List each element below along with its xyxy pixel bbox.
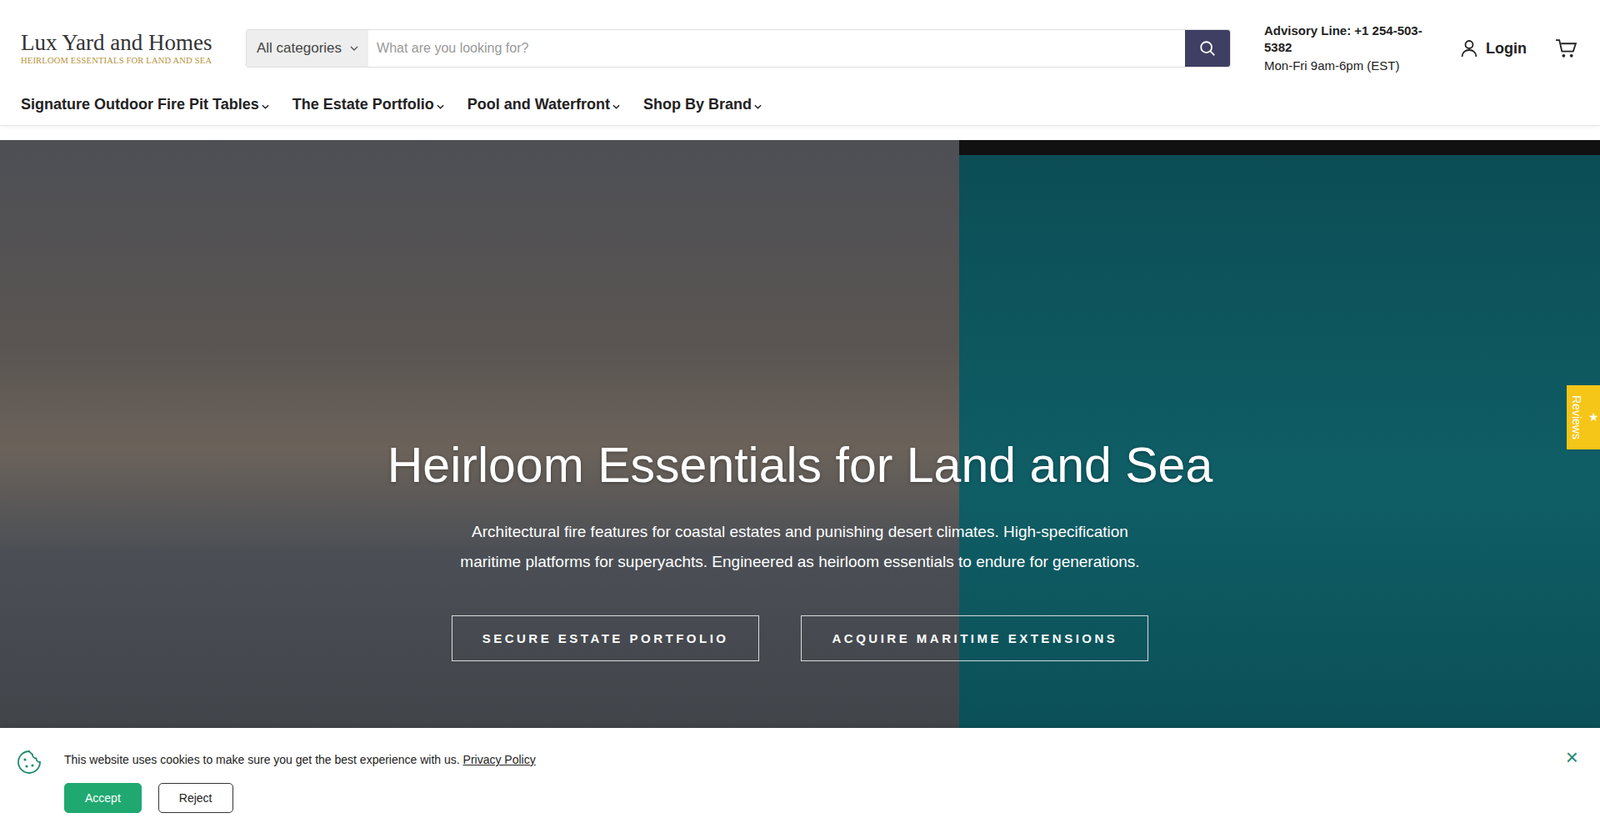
chevron-down-icon	[436, 104, 445, 110]
nav-item[interactable]: Pool and Waterfront	[467, 95, 620, 114]
site-header: Lux Yard and HomesHEIRLOOM ESSENTIALS FO…	[0, 0, 1600, 126]
star-icon: ★	[1586, 410, 1600, 424]
advisory-line: Advisory Line: +1 254-503-5382Mon-Fri 9a…	[1264, 22, 1423, 75]
main-nav: Signature Outdoor Fire Pit Tables The Est…	[20, 95, 1580, 114]
nav-label: The Estate Portfolio	[292, 95, 435, 114]
cookie-buttons: Accept Reject	[64, 782, 1561, 813]
nav-label: Signature Outdoor Fire Pit Tables	[20, 95, 260, 114]
hero-buttons: SECURE ESTATE PORTFOLIO ACQUIRE MARITIME …	[451, 615, 1150, 661]
cookie-icon	[16, 749, 42, 775]
hero-button[interactable]: ACQUIRE MARITIME EXTENSIONS	[800, 615, 1149, 661]
close-button[interactable]: ×	[1560, 745, 1584, 768]
advisory-phone[interactable]: Advisory Line: +1 254-503-5382	[1264, 22, 1423, 56]
login-label: Login	[1485, 40, 1527, 58]
logo-tagline: HEIRLOOM ESSENTIALS FOR LAND AND SEA	[20, 55, 230, 65]
search-bar: All categories	[245, 29, 1231, 68]
user-icon	[1459, 38, 1480, 59]
advisory-hours: Mon-Fri 9am-6pm (EST)	[1264, 57, 1423, 75]
hero: Heirloom Essentials for Land and Sea Arch…	[0, 140, 1600, 828]
category-label: All categories	[256, 40, 342, 57]
search-button[interactable]	[1185, 30, 1230, 67]
cookie-text: This website uses cookies to make sure y…	[64, 752, 1561, 766]
logo-title: Lux Yard and Homes	[20, 31, 230, 55]
privacy-link[interactable]: Privacy Policy	[463, 752, 536, 766]
page: Lux Yard and HomesHEIRLOOM ESSENTIALS FO…	[0, 0, 1600, 828]
search-input[interactable]	[368, 30, 1185, 67]
login-link[interactable]: Login	[1459, 38, 1527, 59]
nav-item[interactable]: Signature Outdoor Fire Pit Tables	[20, 95, 270, 114]
reviews-tab[interactable]: ★Reviews	[1566, 385, 1600, 450]
cookie-body: This website uses cookies to make sure y…	[64, 747, 1561, 813]
chevron-down-icon	[350, 45, 359, 51]
hero-button[interactable]: SECURE ESTATE PORTFOLIO	[451, 615, 760, 661]
nav-item[interactable]: Shop By Brand	[643, 95, 762, 114]
hero-content: Heirloom Essentials for Land and Sea Arch…	[0, 140, 1600, 661]
cookie-banner: This website uses cookies to make sure y…	[0, 727, 1600, 828]
logo[interactable]: Lux Yard and HomesHEIRLOOM ESSENTIALS FO…	[20, 31, 230, 65]
cookie-button[interactable]: Accept	[64, 782, 142, 813]
chevron-down-icon	[612, 104, 620, 110]
chevron-down-icon	[261, 104, 270, 110]
chevron-down-icon	[754, 104, 762, 110]
nav-item[interactable]: The Estate Portfolio	[292, 95, 445, 114]
cart-button[interactable]	[1555, 38, 1578, 60]
nav-label: Pool and Waterfront	[467, 95, 610, 114]
cart-icon	[1555, 38, 1578, 60]
reviews-label: Reviews	[1570, 395, 1584, 440]
nav-label: Shop By Brand	[643, 95, 752, 114]
hero-title: Heirloom Essentials for Land and Sea	[387, 435, 1213, 495]
hero-text: Architectural fire features for coastal …	[441, 516, 1159, 577]
cookie-button[interactable]: Reject	[158, 782, 234, 813]
top-row: Lux Yard and HomesHEIRLOOM ESSENTIALS FO…	[20, 0, 1580, 75]
category-select[interactable]: All categories	[246, 30, 369, 67]
search-icon	[1198, 39, 1217, 58]
